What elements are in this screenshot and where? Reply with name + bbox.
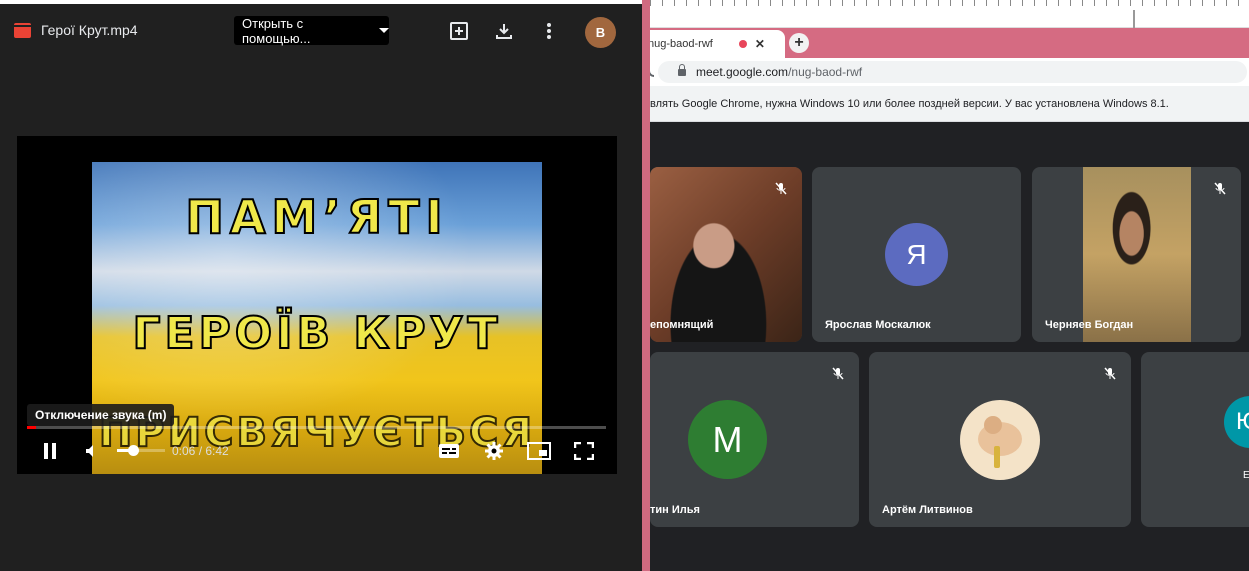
participant-name: Артём Литвинов xyxy=(882,504,973,516)
participant-name: тин Илья xyxy=(650,504,700,516)
file-title: Герої Крут.mp4 xyxy=(14,22,138,38)
avatar-image-shape xyxy=(994,446,1000,468)
mute-tooltip: Отключение звука (m) xyxy=(27,404,175,426)
participant-camera-feed xyxy=(1083,167,1191,342)
video-text-line2: ГЕРОЇВ КРУТ xyxy=(131,307,502,360)
document-ruler xyxy=(650,0,1249,28)
settings-icon[interactable] xyxy=(482,440,506,462)
participant-name: епомнящий xyxy=(650,319,714,331)
top-strip xyxy=(0,0,642,4)
recording-indicator-icon xyxy=(738,40,747,48)
mic-off-icon xyxy=(828,363,848,383)
reload-icon[interactable] xyxy=(650,65,654,77)
url-host: meet.google.com xyxy=(696,65,789,79)
ruler-marker xyxy=(1133,10,1135,28)
participant-tile[interactable]: Черняев Богдан xyxy=(1032,167,1241,342)
participant-tile[interactable]: епомнящий xyxy=(650,167,802,342)
mic-off-icon xyxy=(1210,178,1230,198)
more-vert-icon[interactable] xyxy=(538,20,560,42)
chrome-info-bar: влять Google Chrome, нужна Windows 10 ил… xyxy=(650,86,1249,122)
participant-tile[interactable]: Артём Литвинов xyxy=(869,352,1131,527)
participant-tile[interactable]: Я Ярослав Москалюк xyxy=(812,167,1021,342)
fullscreen-icon[interactable] xyxy=(572,440,596,462)
account-avatar[interactable]: В xyxy=(585,17,616,48)
participant-avatar: Ю xyxy=(1224,396,1249,448)
avatar-image-shape xyxy=(984,416,1002,434)
video-file-icon xyxy=(14,22,31,38)
time-display: 0:06 / 6:42 xyxy=(172,444,229,458)
tab-meet[interactable]: nug-baod-rwf ✕ xyxy=(650,30,785,58)
chrome-window: nug-baod-rwf ✕ + meet.google.com /nug-ba… xyxy=(650,0,1249,571)
video-text-line1: ПАМ’ЯТІ xyxy=(184,189,449,245)
subtitles-icon[interactable] xyxy=(437,440,461,462)
drive-video-viewer: Герої Крут.mp4 Открыть с помощью... В ПА… xyxy=(0,0,642,571)
progress-fill xyxy=(27,426,37,429)
close-tab-icon[interactable]: ✕ xyxy=(755,37,765,51)
volume-knob[interactable] xyxy=(128,445,139,456)
participant-name: Е xyxy=(1243,470,1249,481)
address-bar: meet.google.com /nug-baod-rwf xyxy=(650,58,1249,86)
open-with-button[interactable]: Открыть с помощью... xyxy=(234,15,389,46)
participant-name: Ярослав Москалюк xyxy=(825,319,931,331)
pause-icon[interactable] xyxy=(40,440,60,462)
participant-tile[interactable]: Ю Е xyxy=(1141,352,1249,527)
participant-avatar-image xyxy=(960,400,1040,480)
dropdown-arrow-icon xyxy=(379,28,389,33)
info-message: влять Google Chrome, нужна Windows 10 ил… xyxy=(650,97,1169,110)
miniplayer-icon[interactable] xyxy=(526,440,552,462)
add-to-drive-icon[interactable] xyxy=(448,20,470,42)
lock-icon xyxy=(678,63,686,76)
participant-avatar: Я xyxy=(885,223,948,286)
mic-off-icon xyxy=(771,178,791,198)
file-name: Герої Крут.mp4 xyxy=(41,22,138,38)
tab-title: nug-baod-rwf xyxy=(650,38,713,50)
volume-icon[interactable] xyxy=(82,440,102,462)
participant-name: Черняев Богдан xyxy=(1045,319,1134,331)
participant-avatar: М xyxy=(688,400,767,479)
ruler-ticks xyxy=(650,0,1249,6)
download-icon[interactable] xyxy=(493,20,515,42)
mic-off-icon xyxy=(1100,363,1120,383)
tab-strip: nug-baod-rwf ✕ + xyxy=(650,28,1249,58)
open-with-label: Открыть с помощью... xyxy=(242,15,311,46)
progress-bar[interactable] xyxy=(27,426,606,429)
url-path: /nug-baod-rwf xyxy=(788,65,863,79)
url-field[interactable]: meet.google.com /nug-baod-rwf xyxy=(658,61,1247,83)
volume-slider[interactable] xyxy=(117,449,165,452)
new-tab-button[interactable]: + xyxy=(789,33,809,53)
window-divider xyxy=(642,0,650,571)
participant-tile[interactable]: М тин Илья xyxy=(650,352,859,527)
